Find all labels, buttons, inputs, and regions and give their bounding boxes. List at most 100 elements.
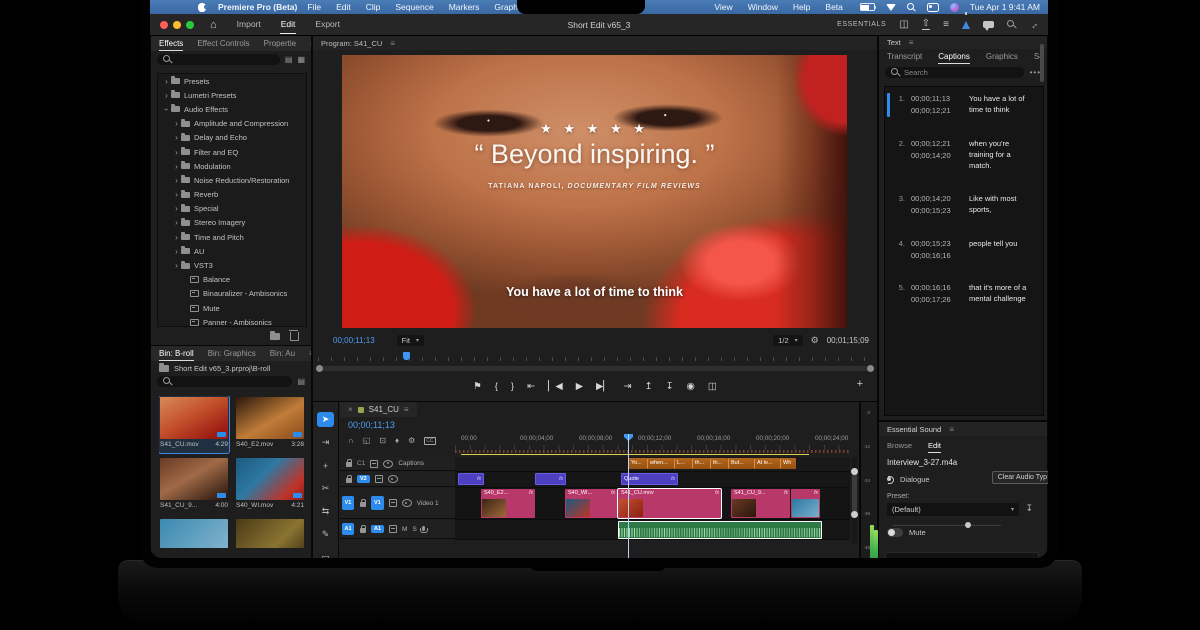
video-clip[interactable]: S41_CU_9... fx — [731, 489, 790, 518]
effects-tree-item[interactable]: › Presets — [158, 74, 306, 88]
sync-lock-icon[interactable] — [370, 460, 378, 468]
chevron-icon[interactable]: › — [172, 119, 181, 128]
panel-menu-icon[interactable]: ≡ — [390, 39, 395, 48]
v2-track-header[interactable]: V2 — [340, 472, 455, 487]
audio-clip[interactable] — [618, 521, 822, 539]
effects-tree-item[interactable]: › Stereo Imagery — [158, 216, 306, 230]
menubar-menu-item[interactable]: Beta — [825, 2, 843, 12]
go-to-in-icon[interactable]: ⇤ — [527, 381, 535, 392]
graphic-clip[interactable]: fx — [535, 473, 566, 485]
graphic-clip[interactable]: Quotefx — [621, 473, 678, 485]
bin-clip[interactable]: S40_WI.mov 4:21 — [235, 457, 305, 514]
chevron-icon[interactable]: › — [162, 77, 171, 86]
close-sequence-icon[interactable]: × — [348, 405, 353, 414]
wrench-icon[interactable]: ⚙ — [408, 436, 415, 445]
effects-tree-item[interactable]: › Modulation — [158, 159, 306, 173]
chevron-icon[interactable]: › — [172, 162, 181, 171]
menubar-clock[interactable]: Tue Apr 1 9:41 AM — [970, 2, 1040, 12]
step-forward-icon[interactable]: ▶▏ — [596, 381, 611, 392]
slip-tool[interactable]: ⇆ — [317, 504, 334, 519]
apple-menu-icon[interactable] — [198, 3, 206, 12]
home-icon[interactable]: ⌂ — [210, 19, 217, 31]
battery-icon[interactable] — [860, 3, 875, 11]
chevron-icon[interactable]: › — [162, 105, 171, 114]
search-icon[interactable] — [1007, 20, 1016, 29]
menubar-menu-item[interactable]: Edit — [336, 2, 351, 12]
new-bin-icon[interactable] — [270, 333, 280, 340]
panel-tab[interactable]: Edit — [928, 439, 941, 453]
voiceover-record-icon[interactable] — [422, 526, 425, 531]
track-badge[interactable]: V1 — [371, 496, 384, 510]
captions-scrollbar[interactable] — [1040, 44, 1044, 82]
razor-tool[interactable]: ✂ — [317, 481, 334, 496]
play-icon[interactable]: ▶ — [576, 381, 583, 392]
settings-wrench-icon[interactable]: ⚙ — [811, 335, 819, 346]
mode-nav-item[interactable]: Export — [314, 15, 341, 34]
captions-cc-icon[interactable]: CC — [424, 437, 435, 445]
chevron-icon[interactable]: › — [172, 247, 181, 256]
spotlight-icon[interactable] — [907, 3, 916, 12]
track-visibility-icon[interactable] — [402, 499, 412, 507]
effects-tree-item[interactable]: › AU — [158, 244, 306, 258]
beta-features-icon[interactable] — [962, 21, 970, 29]
bin-clip[interactable]: S41_CU.mov 4:29 — [159, 396, 229, 453]
selection-tool[interactable]: ➤ — [317, 412, 334, 427]
effects-tree-item[interactable]: › Filter and EQ — [158, 145, 306, 159]
delete-icon[interactable] — [290, 332, 299, 341]
panel-tab[interactable]: Graphics — [986, 50, 1018, 63]
wifi-icon[interactable] — [886, 4, 896, 11]
workspace-label[interactable]: ESSENTIALS — [837, 21, 886, 28]
zoom-level-dropdown[interactable]: Fit▾ — [397, 335, 424, 346]
graphic-clip[interactable]: fx — [458, 473, 484, 485]
panel-tab[interactable]: Bin: Graphics — [208, 347, 256, 361]
chevron-icon[interactable]: › — [162, 91, 171, 100]
linked-selection-icon[interactable]: ◱ — [363, 436, 371, 445]
menubar-menu-item[interactable]: Help — [793, 2, 810, 12]
bin-clip[interactable] — [235, 518, 305, 548]
caption-clip[interactable]: th... — [692, 458, 710, 469]
marker-icon[interactable]: ♦ — [395, 436, 399, 445]
menubar-menu-item[interactable]: Clip — [366, 2, 381, 12]
menubar-menu-item[interactable]: View — [714, 2, 732, 12]
mute-track-button[interactable]: M — [402, 526, 407, 533]
bin-search-input[interactable] — [157, 376, 292, 387]
a1-track-header[interactable]: A1 A1 M S — [340, 520, 455, 539]
effects-tree-item[interactable]: Binauralizer - Ambisonics — [158, 287, 306, 301]
effects-tree-item[interactable]: › Lumetri Presets — [158, 88, 306, 102]
caption-row[interactable]: 1. 00;00;11;13 00;00;12;21 You have a lo… — [885, 87, 1043, 123]
program-zoom-scrollbar[interactable] — [318, 366, 872, 371]
type-tool[interactable]: ▭ — [317, 550, 334, 558]
button-editor-icon[interactable]: + — [857, 378, 863, 390]
caption-row[interactable]: 5. 00;00;16;16 00;00;17;26 that it's mor… — [885, 276, 1043, 312]
video-clip[interactable]: S41_CU.mov fx — [618, 489, 721, 518]
new-custom-bin-icon[interactable]: ▦ — [297, 55, 305, 64]
panel-menu-icon[interactable]: ≡ — [949, 425, 954, 434]
lock-icon[interactable] — [360, 528, 366, 533]
menubar-menu-item[interactable]: Markers — [449, 2, 480, 12]
menubar-menu-item[interactable]: File — [307, 2, 321, 12]
minimize-window-button[interactable] — [173, 21, 181, 29]
clear-audio-type-button[interactable]: Clear Audio Typ — [992, 471, 1048, 484]
panel-tab[interactable]: Propertie — [264, 37, 296, 51]
effects-tree-item[interactable]: › Delay and Echo — [158, 131, 306, 145]
lock-icon[interactable] — [346, 478, 352, 483]
chevron-icon[interactable]: › — [172, 190, 181, 199]
panel-tab[interactable]: Bin: Au — [270, 347, 295, 361]
v1-track-lane[interactable]: S40_E2... fx S40_WI... fx — [455, 488, 850, 520]
chevron-icon[interactable]: › — [172, 233, 181, 242]
lock-icon[interactable] — [346, 462, 352, 467]
pen-tool[interactable]: ✎ — [317, 527, 334, 542]
extract-icon[interactable]: ↧ — [666, 381, 674, 392]
timeline-playhead[interactable] — [628, 434, 629, 558]
chevron-icon[interactable]: › — [172, 176, 181, 185]
lock-icon[interactable] — [360, 502, 366, 507]
snap-icon[interactable]: ∩ — [348, 436, 354, 445]
chevron-icon[interactable]: › — [172, 148, 181, 157]
track-badge[interactable]: V2 — [357, 475, 370, 483]
panel-tab[interactable]: Effects — [159, 37, 183, 51]
bin-clip[interactable] — [159, 518, 229, 548]
panel-menu-icon[interactable]: ≡ — [404, 405, 409, 414]
track-select-tool[interactable]: ⇥ — [317, 435, 334, 450]
effects-tree-item[interactable]: › VST3 — [158, 258, 306, 272]
mute-toggle[interactable] — [887, 528, 903, 537]
